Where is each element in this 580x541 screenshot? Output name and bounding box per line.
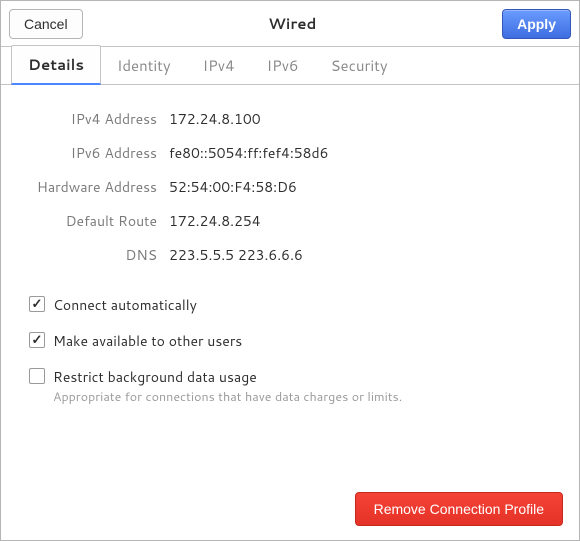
value-hardware-address: 52:54:00:F4:58:D6 [169, 177, 297, 197]
value-default-route: 172.24.8.254 [169, 211, 261, 231]
label-dns: DNS [29, 245, 169, 265]
row-hardware-address: Hardware Address 52:54:00:F4:58:D6 [29, 177, 551, 197]
cancel-button[interactable]: Cancel [9, 9, 83, 39]
checkbox-restrict-background-data[interactable] [29, 368, 45, 384]
tab-security[interactable]: Security [315, 47, 404, 84]
row-default-route: Default Route 172.24.8.254 [29, 211, 551, 231]
window-title: Wired [268, 13, 316, 34]
row-ipv4-address: IPv4 Address 172.24.8.100 [29, 109, 551, 129]
label-connect-automatically: Connect automatically [53, 295, 197, 315]
label-available-to-others: Make available to other users [53, 331, 242, 351]
option-restrict-background-data[interactable]: Restrict background data usage Appropria… [29, 367, 551, 406]
label-default-route: Default Route [29, 211, 169, 231]
row-ipv6-address: IPv6 Address fe80::5054:ff:fef4:58d6 [29, 143, 551, 163]
tab-ipv6[interactable]: IPv6 [251, 47, 315, 84]
footer: Remove Connection Profile [355, 492, 563, 526]
apply-button[interactable]: Apply [502, 9, 571, 39]
titlebar: Cancel Wired Apply [1, 1, 579, 47]
value-ipv6-address: fe80::5054:ff:fef4:58d6 [169, 143, 329, 163]
options-group: Connect automatically Make available to … [29, 295, 551, 406]
tab-details[interactable]: Details [11, 45, 101, 85]
details-panel: IPv4 Address 172.24.8.100 IPv6 Address f… [1, 85, 579, 438]
label-ipv4-address: IPv4 Address [29, 109, 169, 129]
tab-identity[interactable]: Identity [101, 47, 187, 84]
value-dns: 223.5.5.5 223.6.6.6 [169, 245, 303, 265]
label-restrict-background-data: Restrict background data usage [53, 367, 402, 387]
value-ipv4-address: 172.24.8.100 [169, 109, 261, 129]
label-hardware-address: Hardware Address [29, 177, 169, 197]
tabbar: Details Identity IPv4 IPv6 Security [1, 47, 579, 85]
row-dns: DNS 223.5.5.5 223.6.6.6 [29, 245, 551, 265]
option-connect-automatically[interactable]: Connect automatically [29, 295, 551, 315]
option-available-to-others[interactable]: Make available to other users [29, 331, 551, 351]
remove-connection-profile-button[interactable]: Remove Connection Profile [355, 492, 563, 526]
sublabel-restrict-background-data: Appropriate for connections that have da… [53, 388, 402, 406]
tab-ipv4[interactable]: IPv4 [187, 47, 251, 84]
checkbox-connect-automatically[interactable] [29, 296, 45, 312]
checkbox-available-to-others[interactable] [29, 332, 45, 348]
label-ipv6-address: IPv6 Address [29, 143, 169, 163]
